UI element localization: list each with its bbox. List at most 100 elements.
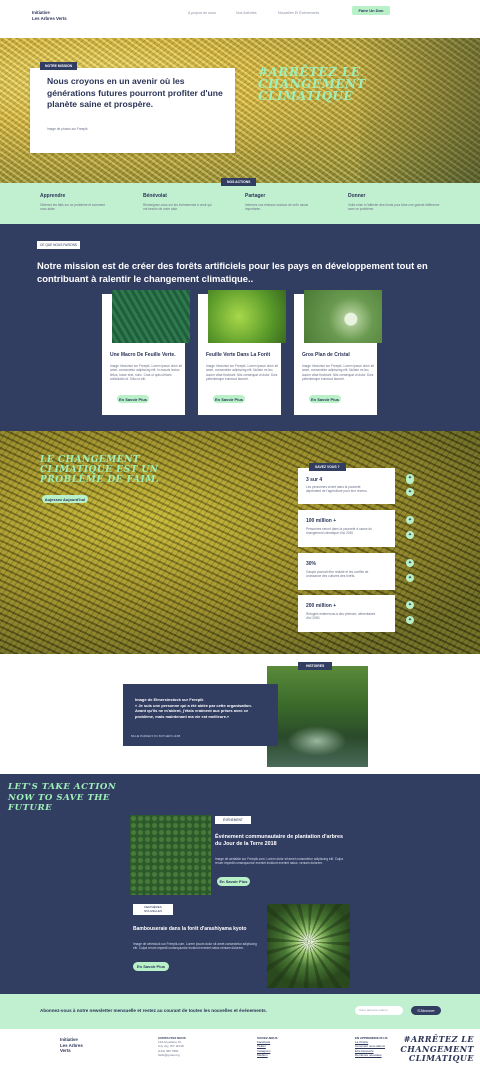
- story-card: Image de Elmersinstock sur Freepik « Je …: [123, 684, 278, 746]
- action-text: Renseignez-vous sur les événements à ven…: [143, 203, 212, 212]
- news-title: Bambouseraie dans la forêt d'arashiyama …: [133, 926, 247, 932]
- facts-section: LE CHANGEMENT CLIMATIQUE EST UN PROBLÈME…: [0, 431, 480, 654]
- action-volunteer[interactable]: Bénévolat Renseignez-vous sur les événem…: [143, 193, 215, 212]
- event-text: Image de aerialsin sur Freepik.com. Lore…: [215, 857, 344, 866]
- twitter-icon[interactable]: ✦: [406, 601, 414, 609]
- card-title: Une Macro De Feuille Verte.: [110, 352, 176, 358]
- mission-section: CE QUE NOUS FAISONS Notre mission est de…: [0, 224, 480, 431]
- event-card: ÉVÉNEMENT Événement communautaire de pla…: [212, 816, 352, 894]
- subscribe-button[interactable]: S'Abonner: [411, 1006, 441, 1015]
- hero-card: NOTRE MISSION Nous croyons en un avenir …: [30, 62, 235, 153]
- mission-headline: Notre mission est de créer des forêts ar…: [37, 260, 428, 284]
- forest-leaf-image: [208, 290, 286, 343]
- events-headline: LET'S TAKE ACTION NOW TO SAVE THE FUTURE: [8, 782, 117, 813]
- hero-slogan: #ARRÊTEZ LE CHANGEMENT CLIMATIQUE: [258, 65, 366, 103]
- fact-text: Personnes seront dans la pauvreté à caus…: [306, 527, 372, 536]
- learn-more-button[interactable]: En Savoir Plus: [133, 962, 169, 971]
- news-text: Image de wirestock sur Freepik.com. Lore…: [133, 942, 257, 951]
- action-title: Donner: [348, 193, 366, 199]
- action-donate[interactable]: Donner Votre mise à l'affecter des fonds…: [348, 193, 440, 212]
- fact-title: 30%: [306, 561, 317, 567]
- learn-more-button[interactable]: En Savoir Plus: [117, 395, 149, 403]
- fact-title: 200 million +: [306, 603, 337, 609]
- footer-social: SUIVEZ-NOUS Facebook Twitter Instagram M…: [257, 1036, 278, 1057]
- bamboo-image: [267, 904, 350, 988]
- action-learn[interactable]: Apprendre Obtenez les faits sur ce probl…: [40, 193, 112, 212]
- action-share[interactable]: Partager Informez vos réseaux sociaux de…: [245, 193, 317, 212]
- mission-card: Feuille Verte Dans La Forêt Image Vector…: [198, 290, 286, 415]
- site-footer: Initiative Les Arbres Verts CONTACTEZ NO…: [0, 1029, 480, 1087]
- twitter-icon[interactable]: ✦: [406, 488, 414, 496]
- crystal-droplet-image: [304, 290, 382, 343]
- fact-title: 100 million +: [306, 518, 337, 524]
- card-title: Gros Plan de Cristal: [302, 352, 350, 358]
- logo[interactable]: Initiative Les Arbres Verts: [32, 10, 67, 21]
- twitter-icon[interactable]: ✦: [406, 531, 414, 539]
- event-title: Événement communautaire de plantation d'…: [215, 834, 343, 847]
- news-badge: DERNIÈRES NOUVELLES: [133, 904, 173, 916]
- actions-section: NOS ACTIONS Apprendre Obtenez les faits …: [0, 178, 480, 224]
- contact-line: hello@gmail.org: [158, 1052, 180, 1057]
- action-text: Informez vos réseaux sociaux de ce'le ca…: [245, 203, 309, 212]
- social-link[interactable]: Medium: [257, 1053, 278, 1057]
- forest-aerial-image: [130, 815, 211, 895]
- fact-title: 3 sur 4: [306, 477, 323, 483]
- card-title: Feuille Verte Dans La Forêt: [206, 352, 271, 358]
- act-today-button[interactable]: Aujessez Aujourd'hui: [42, 495, 88, 503]
- story-quote: « Je suis une personne qui a été aidée p…: [135, 703, 252, 719]
- action-title: Partager: [245, 193, 266, 199]
- story-badge: HISTOIRES: [298, 662, 333, 670]
- mission-badge: CE QUE NOUS FAISONS: [37, 241, 81, 249]
- contact-line: Any city, WY 11018: [158, 1044, 184, 1049]
- learn-more-button[interactable]: En Savoir Plus: [309, 395, 341, 403]
- footer-slogan: #ARRÊTEZ LE CHANGEMENT CLIMATIQUE: [400, 1034, 474, 1063]
- site-header: Initiative Les Arbres Verts A propos de …: [0, 0, 480, 38]
- story-source: Image de Elmersinstock sur Freepik: [135, 697, 204, 702]
- twitter-icon[interactable]: ✦: [406, 474, 414, 482]
- learn-more-button[interactable]: En Savoir Plus: [217, 877, 250, 886]
- fact-card: 3 sur 4 Les personnes vivent dans la pau…: [298, 468, 414, 504]
- mission-card: Une Macro De Feuille Verte. Image Vector…: [102, 290, 190, 415]
- footer-link[interactable]: Comment nous aidons: [355, 1044, 388, 1048]
- action-title: Bénévolat: [143, 193, 167, 199]
- actions-badge: NOS ACTIONS: [221, 178, 257, 186]
- mission-badge: NOTRE MISSION: [40, 62, 78, 70]
- footer-links: EN APPRENDRE PLUS La Charte Comment nous…: [355, 1036, 388, 1057]
- fact-text: Refugiés estimerons-à des phénom. alimen…: [306, 612, 376, 621]
- stream-reflection: [287, 726, 347, 756]
- event-badge: ÉVÉNEMENT: [215, 816, 251, 824]
- donate-button[interactable]: Faire Un Don: [352, 6, 390, 15]
- leaf-macro-image: [112, 290, 190, 343]
- card-text: Image Vectorisé sur Freepik. Lorem ipsum…: [302, 364, 374, 382]
- email-input[interactable]: Votre adresse mail ici: [355, 1006, 403, 1015]
- twitter-icon[interactable]: ✦: [406, 559, 414, 567]
- nav-about[interactable]: A propos de nous: [188, 11, 216, 15]
- nav-activities[interactable]: Nos Activités: [236, 11, 257, 15]
- action-text: Obtenez les faits sur ce problème et com…: [40, 203, 106, 212]
- bamboo-stalks: [267, 904, 350, 988]
- logo-line2: Les Arbres Verts: [32, 15, 67, 21]
- footer-contact: CONTACTEZ NOUS 123 Anywhere St. Any city…: [158, 1036, 186, 1057]
- footer-logo[interactable]: Initiative Les Arbres Verts: [60, 1037, 83, 1054]
- story-section: HISTOIRES Image de Elmersinstock sur Fre…: [0, 654, 480, 774]
- card-text: Image Vectorisé sur Freepik. Lorem ipsum…: [110, 364, 182, 382]
- learn-more-button[interactable]: En Savoir Plus: [213, 395, 245, 403]
- nav-news[interactable]: Nouvelles Et Événements: [278, 11, 319, 15]
- fact-text: Les personnes vivent dans la pauvreté dé…: [306, 485, 368, 494]
- news-card: DERNIÈRES NOUVELLES Bambouseraie dans la…: [130, 904, 270, 974]
- fact-card: 200 million + Refugiés estimerons-à des …: [298, 595, 395, 632]
- fact-text: Gaspis pourrait être réduite et les conf…: [306, 570, 369, 579]
- twitter-icon[interactable]: ✦: [406, 516, 414, 524]
- fact-card: 100 million + Personnes seront dans la p…: [298, 510, 395, 547]
- action-title: Apprendre: [40, 193, 66, 199]
- fact-card: 30% Gaspis pourrait être réduite et les …: [298, 553, 395, 590]
- twitter-icon[interactable]: ✦: [406, 574, 414, 582]
- twitter-icon[interactable]: ✦: [406, 616, 414, 624]
- newsletter-text: Abonnez-vous à notre newsletter mensuell…: [40, 1008, 267, 1013]
- story-image: [267, 666, 368, 767]
- footer-link[interactable]: Dernières nouvelles: [355, 1053, 388, 1057]
- mission-card: Gros Plan de Cristal Image Vectorisé sur…: [294, 290, 382, 415]
- footer-logo-line3: Verts: [60, 1048, 71, 1054]
- events-section: LET'S TAKE ACTION NOW TO SAVE THE FUTURE…: [0, 774, 480, 994]
- story-author: BILLIE PARKER FOU BOTHERS 14/88: [131, 734, 181, 738]
